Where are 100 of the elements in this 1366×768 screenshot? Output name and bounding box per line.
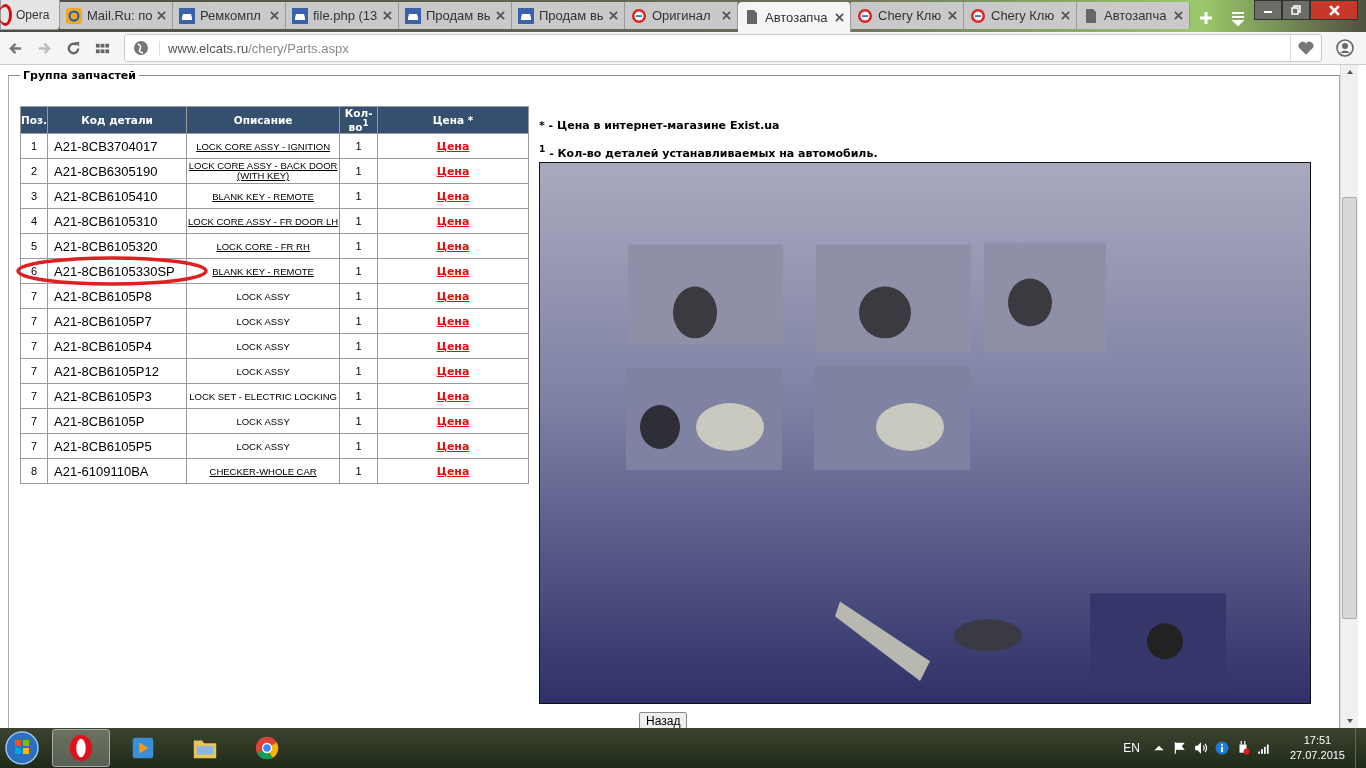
flag-icon[interactable]: [1172, 741, 1187, 755]
browser-tab[interactable]: file.php (13: [286, 2, 399, 29]
close-icon[interactable]: [609, 11, 618, 20]
table-cell: 1: [339, 283, 378, 309]
scrollbar[interactable]: [1340, 65, 1358, 728]
close-icon[interactable]: [496, 11, 505, 20]
address-field[interactable]: www.elcats.ru/chery/Parts.aspx: [124, 34, 1322, 62]
browser-tab[interactable]: Продам вь: [512, 2, 625, 29]
taskbar-app[interactable]: [52, 729, 110, 767]
table-cell: 1: [339, 233, 378, 259]
table-cell: A21-8CB6105P: [47, 408, 187, 434]
table-cell: A21-8CB6105320: [47, 233, 187, 259]
table-cell: A21-6109110BA: [47, 458, 187, 484]
browser-tab[interactable]: Оригинал: [625, 2, 738, 29]
speaker-icon[interactable]: [1193, 741, 1208, 755]
at-sign-icon: [66, 7, 82, 24]
url-text: www.elcats.ru/chery/Parts.aspx: [159, 40, 1280, 56]
table-cell: A21-8CB6105410: [47, 183, 187, 209]
close-icon[interactable]: [157, 11, 166, 20]
opera-logo-icon: [0, 3, 12, 26]
browser-tab[interactable]: Продам вь: [399, 2, 512, 29]
browser-tab[interactable]: Автозапча: [1077, 2, 1190, 29]
clock-date: 27.07.2015: [1289, 748, 1345, 763]
price-link[interactable]: Цена: [436, 464, 470, 478]
document-icon: [744, 9, 760, 25]
price-link[interactable]: Цена: [436, 389, 470, 403]
user-icon[interactable]: [1336, 39, 1354, 57]
close-icon[interactable]: [270, 11, 279, 20]
menu-icon[interactable]: [1230, 10, 1246, 26]
start-button[interactable]: [4, 730, 40, 766]
close-icon[interactable]: [1174, 11, 1183, 20]
table-cell: 7: [20, 308, 48, 334]
price-link[interactable]: Цена: [436, 289, 470, 303]
browser-tab[interactable]: Автозапча: [738, 2, 851, 32]
table-cell: A21-8CB3704017: [47, 133, 187, 159]
globe-icon: [133, 40, 149, 56]
table-cell: 6: [20, 258, 48, 284]
part-description: LOCK SET - ELECTRIC LOCKING: [189, 392, 337, 402]
close-button[interactable]: [1310, 0, 1358, 20]
browser-tab[interactable]: Chery Клю: [964, 2, 1077, 29]
browser-tab[interactable]: Chery Клю: [851, 2, 964, 29]
tab-title: Chery Клю: [991, 8, 1056, 23]
opera-logo-icon: [67, 734, 95, 762]
close-icon[interactable]: [722, 11, 731, 20]
table-cell: 1: [339, 333, 378, 359]
tab-title: Автозапча: [1104, 8, 1168, 23]
table-cell: A21-8CB6105P4: [47, 333, 187, 359]
table-cell: 7: [20, 433, 48, 459]
column-header: Поз.: [20, 106, 48, 134]
car-icon: [405, 7, 421, 24]
price-link[interactable]: Цена: [436, 264, 470, 278]
price-link[interactable]: Цена: [436, 414, 470, 428]
opera-menu-button[interactable]: Opera: [0, 0, 60, 30]
back-button[interactable]: Назад: [639, 712, 688, 728]
browser-tab[interactable]: Ремкомпл: [173, 2, 286, 29]
car-icon: [179, 7, 195, 24]
price-link[interactable]: Цена: [436, 214, 470, 228]
tab-title: file.php (13: [313, 8, 378, 23]
price-link[interactable]: Цена: [436, 314, 470, 328]
table-cell: 1: [339, 358, 378, 384]
info-icon[interactable]: [1214, 741, 1229, 755]
table-cell: 1: [339, 158, 378, 184]
browser-tab[interactable]: Mail.Ru: по: [60, 2, 173, 29]
close-icon[interactable]: [1061, 11, 1070, 20]
close-icon[interactable]: [383, 11, 392, 20]
clock[interactable]: 17:51 27.07.2015: [1289, 733, 1345, 763]
minimize-button[interactable]: [1254, 0, 1282, 20]
price-link[interactable]: Цена: [436, 189, 470, 203]
price-link[interactable]: Цена: [436, 439, 470, 453]
tab-title: Оригинал: [652, 8, 712, 23]
table-cell: A21-8CB6105P5: [47, 433, 187, 459]
part-description: LOCK ASSY: [236, 417, 290, 427]
back-arrow-icon[interactable]: [8, 40, 23, 56]
price-link[interactable]: Цена: [436, 339, 470, 353]
table-cell: 7: [20, 283, 48, 309]
part-description: LOCK ASSY: [236, 317, 290, 327]
price-link[interactable]: Цена: [436, 164, 470, 178]
price-link[interactable]: Цена: [436, 364, 470, 378]
table-cell: 2: [20, 158, 48, 184]
table-cell: 7: [20, 358, 48, 384]
close-icon[interactable]: [948, 11, 957, 20]
table-cell: 1: [339, 433, 378, 459]
column-header: Код детали: [47, 106, 187, 134]
close-icon: [1328, 4, 1340, 16]
price-link[interactable]: Цена: [436, 239, 470, 253]
part-description: LOCK ASSY: [236, 342, 290, 352]
group-title: Группа запчастей: [22, 69, 137, 82]
language-indicator[interactable]: EN: [1123, 741, 1140, 755]
footnote: * - Цена в интернет-магазине Exist.ua: [539, 118, 781, 134]
reload-icon[interactable]: [66, 40, 81, 56]
table-cell: 1: [339, 258, 378, 284]
table-cell: 3: [20, 183, 48, 209]
price-link[interactable]: Цена: [436, 139, 470, 153]
restore-button[interactable]: [1282, 0, 1310, 20]
table-cell: 5: [20, 233, 48, 259]
table-cell: A21-8CB6305190: [47, 158, 187, 184]
clock-time: 17:51: [1303, 733, 1332, 748]
footnote: $^{1}$ - Кол-во деталей устанавливаемых на автомобиль.: [539, 142, 879, 160]
close-icon[interactable]: [835, 12, 844, 22]
heart-icon[interactable]: [1297, 39, 1315, 57]
